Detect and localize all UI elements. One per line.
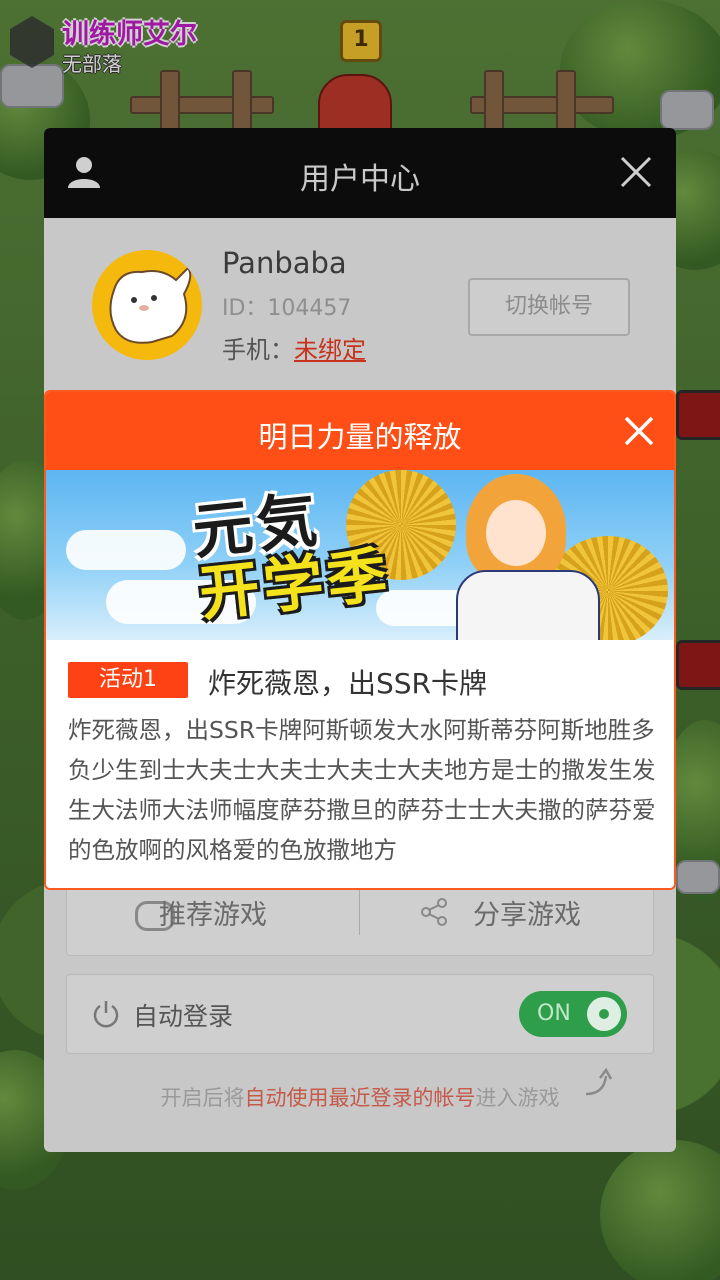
share-game-button[interactable]: 分享游戏 — [473, 893, 581, 932]
activity-banner[interactable]: 元気 开学季 — [46, 470, 674, 640]
power-icon — [93, 1001, 119, 1028]
user-id: ID：104457 — [222, 296, 352, 321]
avatar — [92, 250, 202, 360]
bind-phone-link[interactable]: 未绑定 — [294, 336, 366, 364]
activity-headline: 炸死薇恩，出SSR卡牌 — [208, 667, 488, 700]
hint-prefix: 开启后将 — [160, 1086, 245, 1110]
divider — [359, 887, 360, 935]
activity-popup-title: 明日力量的释放 — [258, 420, 462, 454]
user-center-title: 用户中心 — [300, 162, 420, 197]
hint-highlight: 自动使用最近登录的帐号 — [244, 1086, 476, 1110]
hint-suffix: 进入游戏 — [475, 1086, 560, 1110]
toggle-knob — [587, 997, 621, 1031]
close-icon[interactable] — [618, 154, 654, 190]
activity-popup: 明日力量的释放 元気 开学季 活动1 炸死薇恩，出SSR卡牌 炸死薇恩，出SSR… — [44, 390, 676, 890]
activity-popup-header: 明日力量的释放 — [46, 392, 674, 470]
phone-label: 手机： — [222, 336, 294, 364]
character-face — [486, 500, 546, 566]
auto-login-card: 自动登录 ON — [66, 974, 654, 1054]
avatar-bear-icon — [109, 266, 192, 344]
recommend-games-button[interactable]: 推荐游戏 — [159, 893, 267, 932]
phone-row: 手机：未绑定 — [222, 330, 366, 365]
curved-arrow-icon — [585, 1067, 613, 1096]
cloud-decoration — [66, 530, 186, 570]
share-icon — [421, 898, 447, 926]
username: Panbaba — [222, 246, 347, 280]
close-icon[interactable] — [622, 414, 656, 448]
switch-account-button[interactable]: 切换帐号 — [468, 278, 630, 336]
banner-headline: 元気 开学季 — [190, 482, 395, 630]
activity-description: 炸死薇恩，出SSR卡牌阿斯顿发大水阿斯蒂芬阿斯地胜多负少生到士大夫士大夫士大夫士… — [68, 716, 656, 864]
character-body — [456, 570, 600, 640]
toggle-state-label: ON — [537, 1001, 571, 1026]
activity-tag: 活动1 — [68, 662, 188, 698]
banner-line2: 开学季 — [196, 539, 395, 630]
auto-login-label: 自动登录 — [133, 1002, 234, 1031]
user-center-header: 用户中心 — [44, 128, 676, 218]
auto-login-toggle[interactable]: ON — [519, 991, 627, 1037]
